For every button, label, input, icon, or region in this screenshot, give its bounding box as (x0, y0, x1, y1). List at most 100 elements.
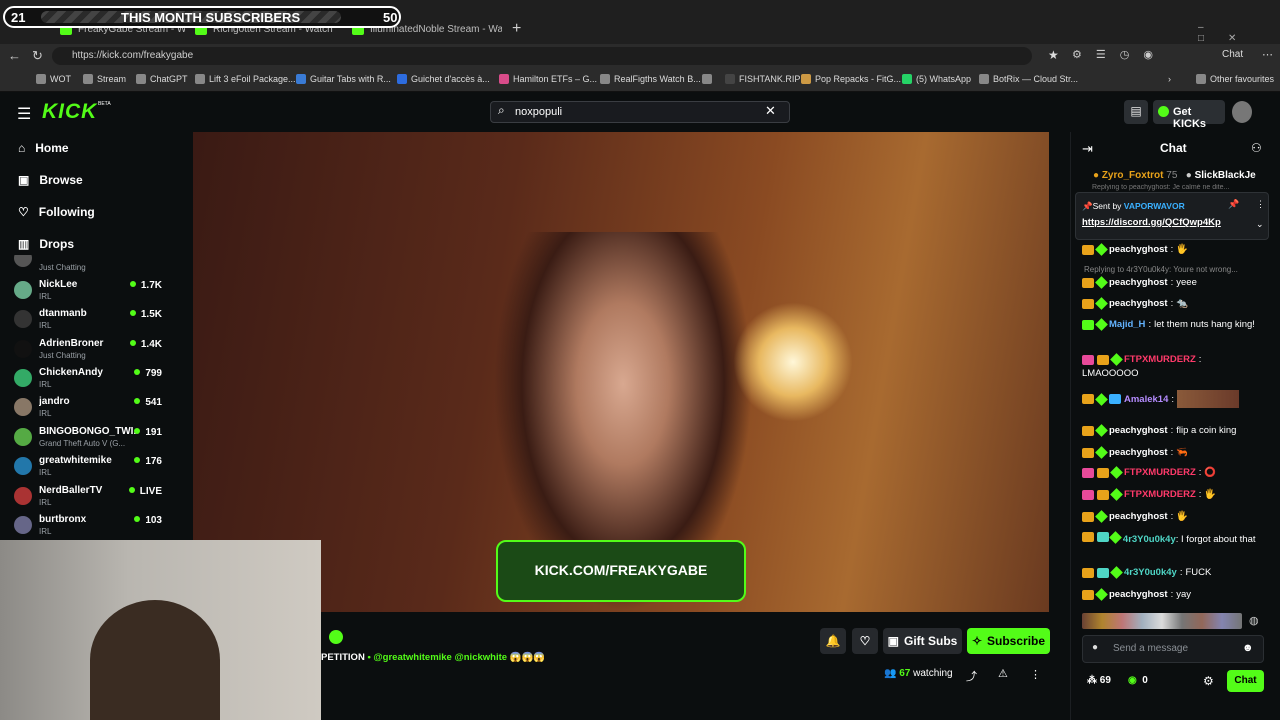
channel-item[interactable]: NerdBallerTV IRL LIVE (14, 485, 164, 513)
browse-icon: ▣ (18, 173, 30, 187)
channel-item[interactable]: burtbronx IRL 103 (14, 514, 164, 542)
chat-message[interactable]: FTPXMURDERZ: (1082, 353, 1201, 366)
reload-icon[interactable]: ↻ (32, 48, 43, 64)
avatar (14, 516, 32, 534)
new-tab-button[interactable]: + (512, 20, 521, 38)
bookmark-botrix[interactable]: BotRix — Cloud Str... (979, 74, 1078, 84)
bookmark-guitar[interactable]: Guitar Tabs with R... (296, 74, 391, 84)
collapse-chat-icon[interactable]: ⇥ (1082, 141, 1093, 157)
more-options-icon[interactable]: ⋮ (1030, 668, 1041, 681)
chat-message[interactable]: 4r3Y0u0k4y: FUCK (1082, 566, 1211, 579)
window-controls[interactable]: –□✕ (1198, 22, 1280, 44)
toolbar-extension-icons[interactable]: ⚙☰◷◉ (1072, 48, 1167, 61)
chat-username[interactable]: FTPXMURDERZ (1124, 354, 1196, 365)
subscribe-button[interactable]: ✧ Subscribe (967, 628, 1050, 654)
chat-message[interactable]: peachyghost: yeee (1082, 276, 1197, 289)
bookmark-wot[interactable]: WOT (36, 74, 71, 84)
nav-drops[interactable]: ▥ Drops (18, 237, 74, 251)
gift-subs-button[interactable]: ▣ Gift Subs (883, 628, 962, 654)
channel-item[interactable]: greatwhitemike IRL 176 (14, 455, 164, 483)
bookmark-hamilton[interactable]: Hamilton ETFs – G... (499, 74, 597, 84)
chat-message[interactable]: peachyghost: 🖐 (1082, 243, 1188, 256)
hamburger-menu-icon[interactable]: ☰ (17, 104, 31, 124)
pinned-message[interactable]: 📌Sent by VAPORWAVOR https://discord.gg/Q… (1075, 192, 1269, 240)
emoji-icon[interactable]: ☻ (1242, 642, 1254, 654)
chat-message[interactable]: FTPXMURDERZ: 🖐 (1082, 488, 1216, 501)
bookmark-globe[interactable] (702, 74, 712, 84)
chat-username[interactable]: peachyghost (1109, 589, 1168, 600)
pinned-link[interactable]: https://discord.gg/QCfQwp4Kp (1082, 217, 1221, 228)
chat-message[interactable]: Amalek14: (1082, 390, 1240, 408)
chat-message[interactable]: 4r3Y0u0k4y: I forgot about that (1082, 531, 1262, 547)
copilot-chat-button[interactable]: Chat (1222, 49, 1243, 60)
report-warning-icon[interactable]: ⚠ (998, 667, 1008, 680)
channel-points[interactable]: ⁂ 69 (1087, 675, 1111, 686)
unpin-icon[interactable]: 📌 (1228, 199, 1239, 210)
bookmark-poprepacks[interactable]: Pop Repacks - FitG... (801, 74, 901, 84)
chat-username[interactable]: FTPXMURDERZ (1124, 467, 1196, 478)
kicks-balance[interactable]: ◉ 0 (1128, 675, 1148, 686)
chat-username[interactable]: peachyghost (1109, 447, 1168, 458)
chat-message[interactable]: FTPXMURDERZ: ⭕ (1082, 466, 1216, 479)
bookmark-stream[interactable]: Stream (83, 74, 126, 84)
bookmarks-overflow-chevron-icon[interactable]: › (1168, 74, 1171, 84)
chat-settings-bubble-icon[interactable]: ● (1092, 642, 1098, 653)
browse-grid-icon[interactable]: ▤ (1124, 100, 1148, 124)
chat-username[interactable]: peachyghost (1109, 425, 1168, 436)
chat-settings-gear-icon[interactable]: ⚙ (1203, 674, 1214, 688)
chat-message[interactable]: Majid_H: let them nuts hang king! (1082, 318, 1255, 331)
chat-username[interactable]: peachyghost (1109, 511, 1168, 522)
send-chat-button[interactable]: Chat (1227, 670, 1264, 692)
chat-message[interactable]: peachyghost: yay (1082, 588, 1191, 601)
chat-username[interactable]: Majid_H (1109, 319, 1145, 330)
channel-item[interactable]: ChickenAndy IRL 799 (14, 367, 164, 395)
emote-picker-icon[interactable]: ◍ (1249, 614, 1259, 627)
channel-item[interactable]: NickLee IRL 1.7K (14, 279, 164, 307)
channel-item[interactable]: jandro IRL 541 (14, 396, 164, 424)
chat-username[interactable]: peachyghost (1109, 277, 1168, 288)
channel-item[interactable]: BINGOBONGO_TWI... Grand Theft Auto V (G..… (14, 426, 164, 454)
nav-following[interactable]: ♡ Following (18, 205, 95, 219)
nav-browse[interactable]: ▣ Browse (18, 173, 83, 187)
chat-username[interactable]: peachyghost (1109, 298, 1168, 309)
browser-menu-icon[interactable]: ⋯ (1262, 48, 1273, 61)
bookmark-fishtank[interactable]: FISHTANK.RIP (725, 74, 800, 84)
favorite-star-icon[interactable]: ★ (1048, 48, 1059, 62)
chat-message[interactable]: peachyghost: 🦐 (1082, 446, 1188, 459)
bookmark-guichet[interactable]: Guichet d'accès à... (397, 74, 490, 84)
chat-message[interactable]: peachyghost: 🖐 (1082, 510, 1188, 523)
nav-home[interactable]: ⌂ Home (18, 141, 69, 155)
notification-bell-icon[interactable]: 🔔 (820, 628, 846, 654)
chat-username[interactable]: peachyghost (1109, 244, 1168, 255)
channel-category: IRL (39, 409, 52, 418)
back-icon[interactable]: ← (8, 48, 21, 63)
share-icon[interactable]: ⤴ (966, 668, 977, 684)
bookmark-realfigths[interactable]: RealFigths Watch B... (600, 74, 701, 84)
chat-username[interactable]: 4r3Y0u0k4y (1124, 567, 1177, 578)
chat-message[interactable]: peachyghost: flip a coin king (1082, 424, 1236, 437)
emote-bar[interactable] (1082, 613, 1242, 629)
chat-username[interactable]: 4r3Y0u0k4y (1123, 534, 1176, 545)
bookmark-lift[interactable]: Lift 3 eFoil Package... (195, 74, 296, 84)
crown-badge-icon (1082, 589, 1094, 600)
user-avatar[interactable] (1232, 101, 1252, 123)
bookmark-whatsapp[interactable]: (5) WhatsApp (902, 74, 971, 84)
chat-username[interactable]: FTPXMURDERZ (1124, 489, 1196, 500)
url-field[interactable]: https://kick.com/freakygabe (52, 47, 1032, 65)
expand-chevron-down-icon[interactable]: ⌄ (1256, 219, 1264, 230)
clear-search-icon[interactable]: ✕ (765, 103, 776, 119)
bookmark-label: Hamilton ETFs – G... (513, 74, 598, 84)
kick-logo[interactable]: KICK (42, 100, 97, 124)
channel-item[interactable]: AdrienBroner Just Chatting 1.4K (14, 338, 164, 366)
bookmark-chatgpt[interactable]: ChatGPT (136, 74, 188, 84)
channel-item[interactable]: dtanmanb IRL 1.5K (14, 308, 164, 336)
search-input[interactable]: noxpopuli (490, 101, 790, 123)
chat-username[interactable]: Amalek14 (1124, 394, 1168, 405)
chat-message[interactable]: peachyghost: 🐀 (1082, 297, 1188, 310)
follow-heart-icon[interactable]: ♡ (852, 628, 878, 654)
pinned-more-icon[interactable]: ⋮ (1256, 199, 1265, 210)
other-favourites[interactable]: Other favourites (1196, 74, 1274, 84)
video-player[interactable]: KICK.COM/FREAKYGABE (193, 132, 1049, 612)
chat-users-icon[interactable]: ⚇ (1251, 141, 1262, 155)
channel-item[interactable]: Just Chatting (14, 255, 164, 273)
